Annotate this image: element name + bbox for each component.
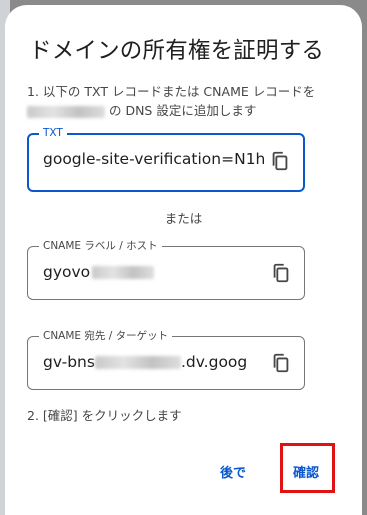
redacted-cname-label [92, 266, 155, 279]
copy-icon-svg [272, 151, 288, 171]
step-1-line-2-text: の DNS 設定に追加します [105, 103, 257, 118]
later-button[interactable]: 後で [220, 462, 246, 481]
dialog-title: ドメインの所有権を証明する [29, 38, 325, 64]
step-2-instruction: 2. [確認] をクリックします [27, 408, 182, 423]
cname-label-field[interactable]: CNAME ラベル / ホスト gyovo [27, 239, 305, 300]
copy-icon[interactable] [270, 352, 292, 374]
cname-label-value[interactable]: gyovo [43, 263, 155, 281]
cname-destination-prefix: gv-bns [43, 353, 95, 371]
cname-label-value-text: gyovo [43, 263, 91, 281]
step-1-instruction: 1. 以下の TXT レコードまたは CNAME レコードを の DNS 設定に… [27, 82, 315, 120]
step-1-line-2: の DNS 設定に追加します [27, 101, 315, 120]
copy-icon-svg [273, 263, 289, 283]
cname-destination-value[interactable]: gv-bns .dv.goog [43, 353, 247, 371]
copy-icon[interactable] [269, 150, 291, 172]
cname-destination-label: CNAME 宛先 / ターゲット [39, 329, 173, 343]
redacted-domain [27, 105, 105, 118]
txt-record-label: TXT [39, 126, 67, 140]
redacted-cname-destination [94, 356, 181, 369]
copy-icon-svg [273, 353, 289, 373]
verify-domain-dialog: ドメインの所有権を証明する 1. 以下の TXT レコードまたは CNAME レ… [5, 5, 362, 515]
cname-destination-field[interactable]: CNAME 宛先 / ターゲット gv-bns .dv.goog [27, 329, 305, 390]
txt-record-value[interactable]: google-site-verification=N1h [43, 150, 265, 168]
confirm-button[interactable]: 確認 [293, 462, 319, 481]
or-separator: または [164, 211, 203, 226]
txt-record-field[interactable]: TXT google-site-verification=N1h [27, 126, 305, 192]
step-1-line-1: 1. 以下の TXT レコードまたは CNAME レコードを [27, 84, 316, 99]
cname-label-label: CNAME ラベル / ホスト [39, 239, 162, 253]
cname-destination-suffix: .dv.goog [180, 353, 248, 371]
copy-icon[interactable] [270, 262, 292, 284]
